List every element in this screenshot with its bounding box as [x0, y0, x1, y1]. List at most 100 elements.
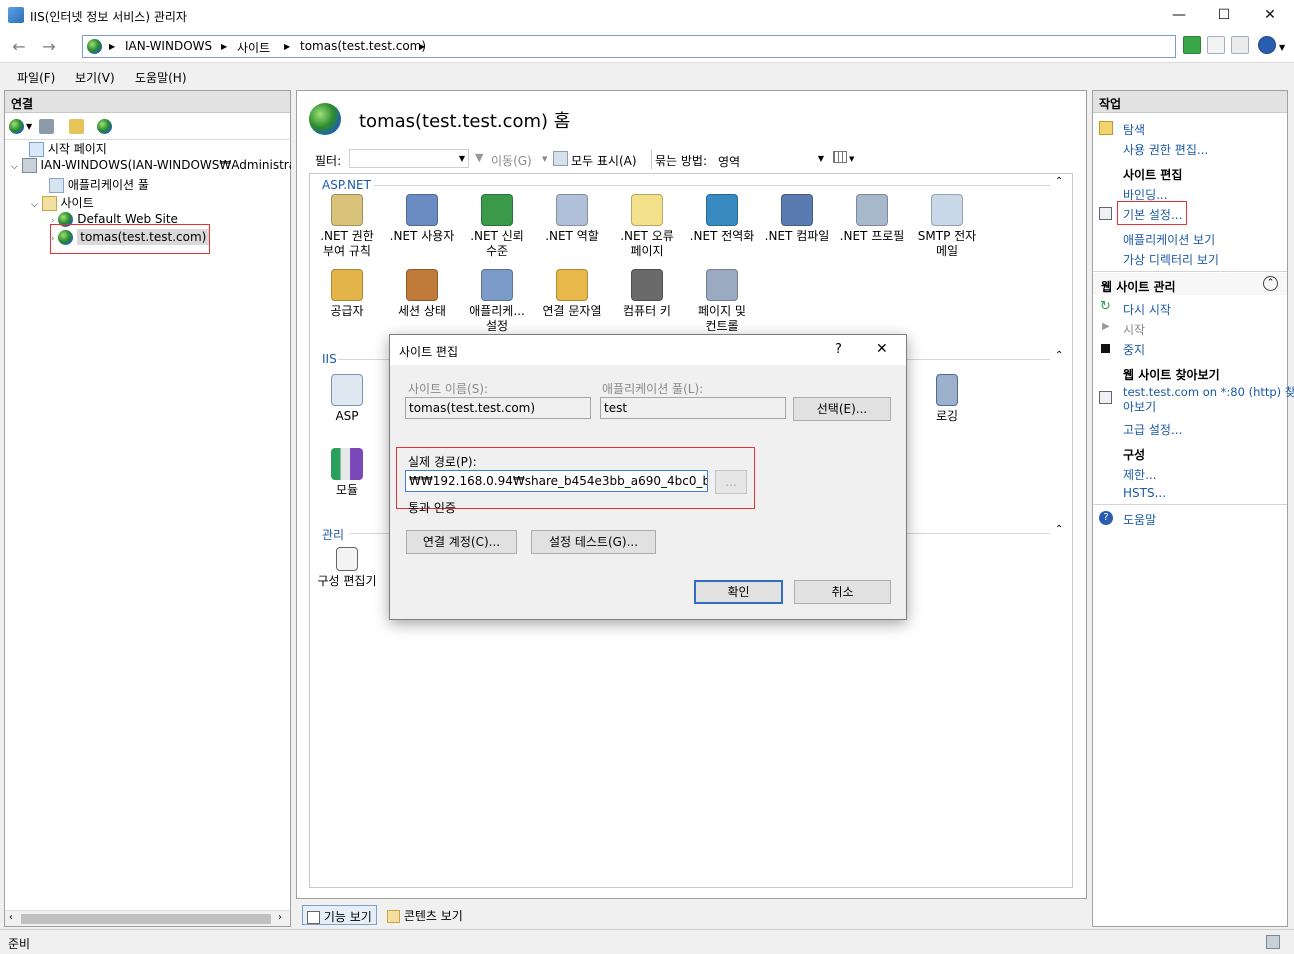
- feature-aspnet-item[interactable]: .NET 사용자: [386, 194, 458, 244]
- action-edit-permissions[interactable]: 사용 권한 편집...: [1123, 141, 1208, 158]
- scrollbar-thumb[interactable]: [21, 914, 271, 924]
- breadcrumb-site[interactable]: tomas(test.test.com): [300, 39, 426, 53]
- chevron-right-icon[interactable]: ▶: [419, 42, 425, 51]
- breadcrumb-sites[interactable]: 사이트: [237, 39, 270, 56]
- feature-aspnet-item[interactable]: 공급자: [311, 269, 383, 319]
- action-view-applications[interactable]: 애플리케이션 보기: [1123, 231, 1215, 248]
- save-icon[interactable]: [39, 119, 54, 134]
- feature-aspnet-item[interactable]: 페이지 및 컨트롤: [686, 269, 758, 334]
- chevron-down-icon[interactable]: ▼: [818, 154, 824, 163]
- ok-button[interactable]: 확인: [694, 580, 783, 604]
- feature-aspnet-item[interactable]: SMTP 전자 메일: [911, 194, 983, 259]
- chevron-right-icon[interactable]: ›: [51, 234, 55, 244]
- group-by-select[interactable]: 영역 ▼: [713, 149, 828, 169]
- feature-aspnet-item[interactable]: .NET 권한 부여 규칙: [311, 194, 383, 259]
- maximize-button[interactable]: ☐: [1201, 0, 1247, 31]
- cancel-button[interactable]: 취소: [794, 580, 891, 604]
- action-limits[interactable]: 제한...: [1123, 466, 1157, 483]
- view-mode-icon[interactable]: [833, 151, 847, 163]
- feature-aspnet-item[interactable]: .NET 프로필: [836, 194, 908, 244]
- menu-help[interactable]: 도움말(H): [135, 69, 187, 86]
- refresh-icon[interactable]: [1183, 36, 1201, 54]
- chevron-down-icon[interactable]: ▼: [542, 155, 547, 163]
- action-help[interactable]: 도움말: [1123, 511, 1156, 528]
- chevron-right-icon[interactable]: ▶: [109, 42, 115, 51]
- feature-asp[interactable]: ASP: [311, 374, 383, 424]
- feature-modules[interactable]: 모듈: [311, 448, 383, 498]
- connections-pane: 연결 ▼ 시작 페이지 ⌵ IAN-WINDOWS(IAN-WINDOWS₩Ad…: [4, 90, 291, 927]
- app-icon: [8, 7, 24, 23]
- feature-aspnet-item[interactable]: .NET 전역화: [686, 194, 758, 244]
- chevron-down-icon[interactable]: ▼: [459, 154, 465, 163]
- feature-aspnet-item[interactable]: .NET 신뢰 수준: [461, 194, 533, 259]
- address-bar[interactable]: ▶ IAN-WINDOWS ▶ 사이트 ▶ tomas(test.test.co…: [82, 35, 1176, 58]
- stop-icon[interactable]: [1207, 36, 1225, 54]
- forward-button[interactable]: →: [38, 37, 60, 59]
- action-explore[interactable]: 탐색: [1123, 121, 1145, 138]
- tree-start-page[interactable]: 시작 페이지: [29, 140, 107, 157]
- up-folder-icon[interactable]: [69, 119, 84, 134]
- feature-aspnet-item[interactable]: .NET 컴파일: [761, 194, 833, 244]
- feature-config-editor[interactable]: 구성 편집기: [311, 547, 383, 589]
- filter-input[interactable]: ▼: [349, 149, 469, 168]
- feature-icon: [406, 269, 438, 301]
- feature-icon: [331, 194, 363, 226]
- dialog-close-button[interactable]: ✕: [876, 341, 888, 357]
- feature-aspnet-item[interactable]: 연결 문자열: [536, 269, 608, 319]
- home-icon[interactable]: [1231, 36, 1249, 54]
- show-all-button[interactable]: 모두 표시(A): [571, 152, 637, 169]
- config-editor-icon: [336, 547, 358, 571]
- chevron-down-icon[interactable]: ⌵: [11, 162, 18, 172]
- breadcrumb-server[interactable]: IAN-WINDOWS: [125, 39, 212, 53]
- scroll-right-icon[interactable]: ›: [278, 912, 282, 923]
- select-app-pool-button[interactable]: 선택(E)...: [793, 397, 891, 421]
- feature-aspnet-item[interactable]: 컴퓨터 키: [611, 269, 683, 319]
- chevron-right-icon[interactable]: ▶: [284, 42, 290, 51]
- go-button[interactable]: 이동(G): [491, 152, 532, 169]
- dialog-help-button[interactable]: ?: [835, 342, 842, 357]
- horizontal-scrollbar[interactable]: ‹ ›: [5, 910, 290, 926]
- action-restart[interactable]: 다시 시작: [1123, 301, 1171, 318]
- tree-app-pools[interactable]: 애플리케이션 풀: [49, 176, 149, 193]
- menu-file[interactable]: 파일(F): [17, 69, 55, 86]
- chevron-down-icon[interactable]: ⌵: [31, 200, 38, 210]
- collapse-aspnet-icon[interactable]: ⌃: [1055, 176, 1063, 187]
- back-button[interactable]: ←: [8, 37, 30, 59]
- action-advanced-settings[interactable]: 고급 설정...: [1123, 421, 1182, 438]
- physical-path-input[interactable]: ₩₩192.168.0.94₩share_b454e3bb_a690_4bc0_…: [405, 470, 708, 492]
- action-view-virtual-dirs[interactable]: 가상 디렉터리 보기: [1123, 251, 1219, 268]
- chevron-down-icon[interactable]: ▼: [849, 155, 854, 163]
- feature-aspnet-item[interactable]: .NET 역할: [536, 194, 608, 244]
- collapse-mgmt-icon[interactable]: ⌃: [1055, 524, 1063, 535]
- action-basic-settings[interactable]: 기본 설정...: [1123, 206, 1182, 223]
- connect-globe-icon[interactable]: [9, 119, 24, 134]
- close-window-button[interactable]: ✕: [1247, 0, 1293, 31]
- tree-selected-site[interactable]: › tomas(test.test.com): [51, 229, 210, 245]
- tree-sites[interactable]: ⌵ 사이트: [31, 194, 94, 211]
- tree-server[interactable]: ⌵ IAN-WINDOWS(IAN-WINDOWS₩Administrat: [11, 158, 291, 173]
- help-dropdown-icon[interactable]: ▼: [1279, 43, 1285, 52]
- disconnect-icon[interactable]: [97, 119, 112, 134]
- chevron-down-icon[interactable]: ▼: [26, 122, 32, 131]
- action-stop[interactable]: 중지: [1123, 341, 1145, 358]
- menu-view[interactable]: 보기(V): [75, 69, 115, 86]
- tab-content-view[interactable]: 콘텐츠 보기: [383, 905, 467, 925]
- action-hsts[interactable]: HSTS...: [1123, 486, 1166, 500]
- feature-aspnet-item[interactable]: .NET 오류 페이지: [611, 194, 683, 259]
- chevron-right-icon[interactable]: ▶: [221, 42, 227, 51]
- help-icon[interactable]: [1258, 36, 1276, 54]
- tab-features-view[interactable]: 기능 보기: [302, 905, 377, 925]
- connections-toolbar: ▼: [7, 117, 287, 137]
- feature-logging[interactable]: 로깅: [911, 374, 983, 424]
- scroll-left-icon[interactable]: ‹: [9, 912, 13, 923]
- action-browse-link-cont[interactable]: 아보기: [1123, 398, 1156, 415]
- minimize-button[interactable]: —: [1156, 0, 1202, 31]
- collapse-icon[interactable]: ⌃: [1263, 276, 1278, 291]
- feature-aspnet-item[interactable]: 세션 상태: [386, 269, 458, 319]
- collapse-iis-icon[interactable]: ⌃: [1055, 350, 1063, 361]
- connect-as-button[interactable]: 연결 계정(C)...: [406, 530, 517, 554]
- feature-aspnet-item[interactable]: 애플리케... 설정: [461, 269, 533, 334]
- test-settings-button[interactable]: 설정 테스트(G)...: [531, 530, 656, 554]
- section-mgmt-title: 관리: [322, 528, 345, 542]
- globe-icon: [58, 230, 74, 245]
